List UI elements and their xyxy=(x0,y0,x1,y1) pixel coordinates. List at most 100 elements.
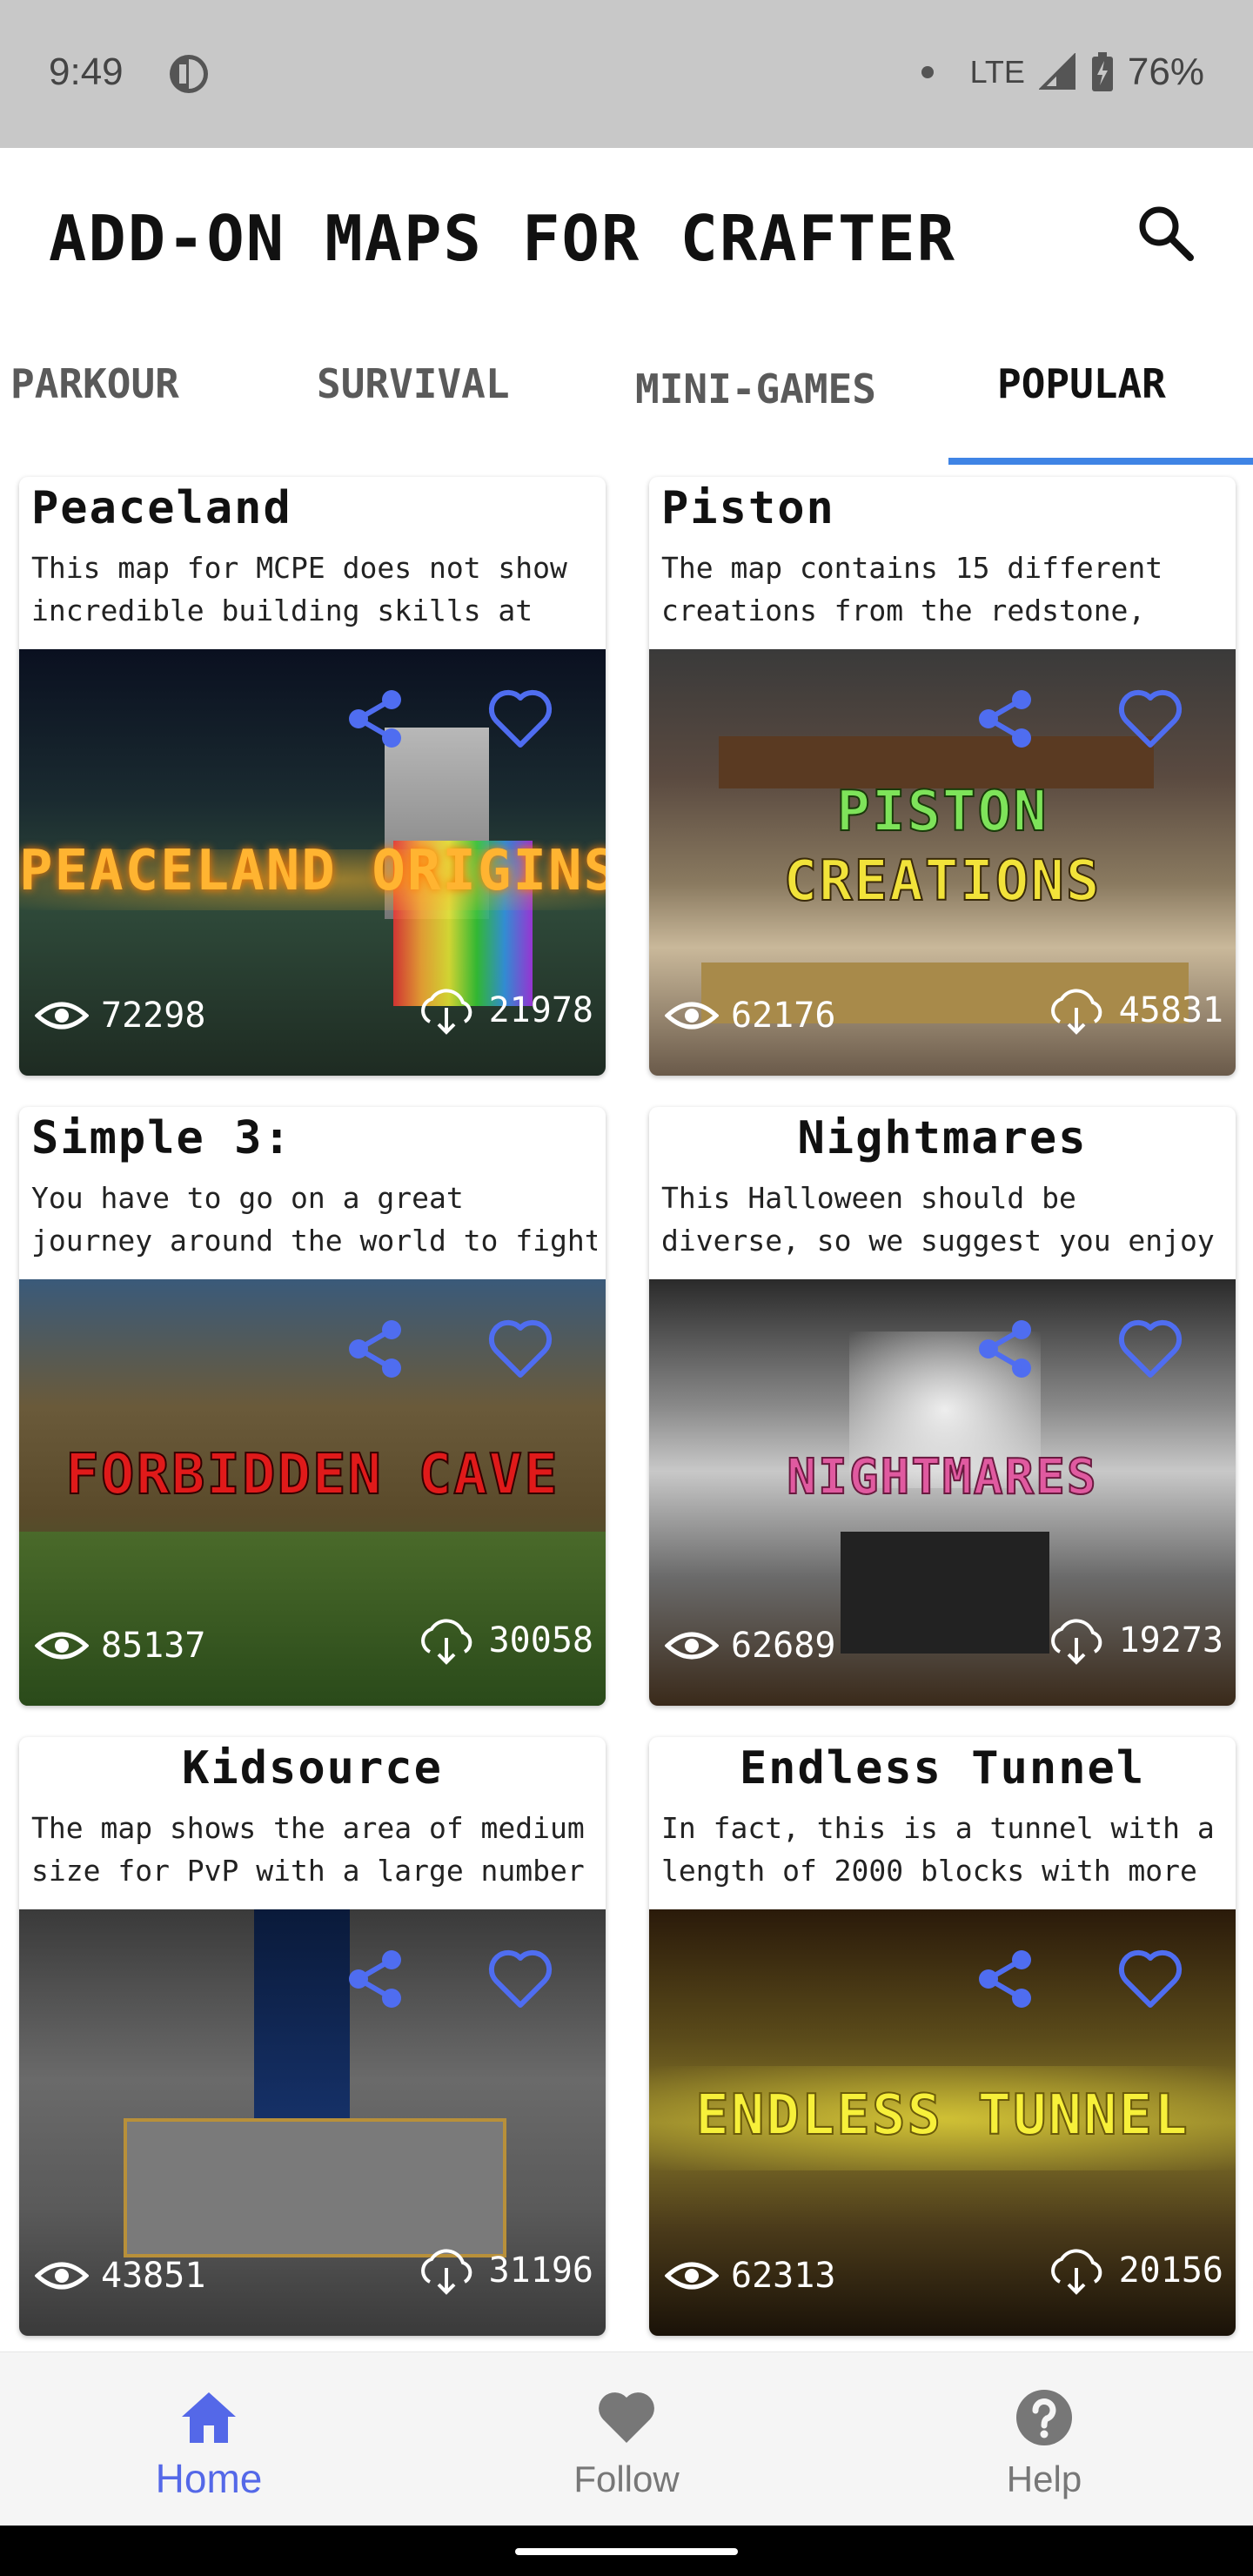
views-count: 62313 xyxy=(731,2256,836,2296)
description-line: length of 2000 blocks with more xyxy=(661,1854,1197,1888)
views-count: 62176 xyxy=(731,996,836,1036)
views-count: 85137 xyxy=(101,1626,206,1666)
favorite-heart-icon[interactable] xyxy=(1116,1944,1185,2014)
favorite-heart-icon[interactable] xyxy=(1116,684,1185,754)
nav-help[interactable]: Help xyxy=(835,2352,1253,2526)
description-line: size for PvP with a large number xyxy=(31,1854,585,1888)
map-preview-image[interactable]: PEACELAND ORIGINS 72298 21978 xyxy=(19,649,606,1076)
map-preview-image[interactable]: 43851 31196 xyxy=(19,1909,606,2336)
app-notification-icon xyxy=(170,55,208,93)
description-line: The map shows the area of medium xyxy=(31,1811,585,1845)
map-preview-image[interactable]: ENDLESS TUNNEL 62313 20156 xyxy=(649,1909,1236,2336)
favorite-heart-icon[interactable] xyxy=(486,1314,555,1384)
home-gesture-handle[interactable] xyxy=(515,2548,738,2555)
description-line: The map contains 15 different xyxy=(661,551,1163,585)
description-line: This map for MCPE does not show xyxy=(31,551,567,585)
views-stat: 72298 xyxy=(35,996,205,1036)
eye-icon xyxy=(665,1002,719,1030)
downloads-count: 31196 xyxy=(488,2251,593,2291)
views-stat: 85137 xyxy=(35,1626,205,1666)
image-caption: FORBIDDEN CAVE xyxy=(64,1442,559,1508)
share-icon[interactable] xyxy=(341,1944,411,2014)
downloads-stat: 30058 xyxy=(414,1615,593,1666)
description-line: In fact, this is a tunnel with a xyxy=(661,1811,1215,1845)
cloud-download-icon xyxy=(420,2249,472,2295)
bottom-navigation: Home Follow Help xyxy=(0,2351,1253,2526)
share-icon[interactable] xyxy=(341,1314,411,1384)
nav-home[interactable]: Home xyxy=(0,2352,418,2526)
status-time: 9:49 xyxy=(49,50,124,93)
cloud-download-icon xyxy=(420,989,472,1035)
eye-icon xyxy=(35,1632,89,1660)
description-line: You have to go on a great xyxy=(31,1181,464,1215)
views-count: 62689 xyxy=(731,1626,836,1666)
eye-icon xyxy=(35,1002,89,1030)
system-gesture-bar xyxy=(0,2526,1253,2576)
nav-follow[interactable]: Follow xyxy=(418,2352,835,2526)
map-title: Piston xyxy=(661,482,835,534)
signal-icon xyxy=(1038,53,1075,90)
description-line: creations from the redstone, xyxy=(661,594,1146,627)
nav-home-label: Home xyxy=(155,2456,263,2501)
map-title: Endless Tunnel xyxy=(739,1742,1146,1794)
nav-follow-label: Follow xyxy=(573,2459,680,2499)
map-card[interactable]: Simple 3: You have to go on a great jour… xyxy=(19,1107,606,1706)
search-icon[interactable] xyxy=(1135,202,1197,265)
map-description: You have to go on a great journey around… xyxy=(31,1177,597,1262)
map-title: Nightmares xyxy=(797,1112,1088,1164)
map-card[interactable]: Nightmares This Halloween should be dive… xyxy=(649,1107,1236,1706)
share-icon[interactable] xyxy=(971,684,1041,754)
share-icon[interactable] xyxy=(341,684,411,754)
eye-icon xyxy=(665,1632,719,1660)
map-title: Kidsource xyxy=(182,1742,443,1794)
category-tabs: PARKOUR SURVIVAL MINI-GAMES POPULAR xyxy=(0,339,1253,466)
map-preview-image[interactable]: FORBIDDEN CAVE 85137 30058 xyxy=(19,1279,606,1706)
app-title: ADD-ON MAPS FOR CRAFTER xyxy=(49,202,956,275)
description-line: diverse, so we suggest you enjoy xyxy=(661,1224,1215,1258)
views-stat: 43851 xyxy=(35,2256,205,2296)
map-card[interactable]: Peaceland This map for MCPE does not sho… xyxy=(19,477,606,1076)
favorite-heart-icon[interactable] xyxy=(486,1944,555,2014)
cloud-download-icon xyxy=(1050,2249,1102,2295)
map-card[interactable]: Piston The map contains 15 different cre… xyxy=(649,477,1236,1076)
home-icon xyxy=(182,2392,236,2443)
share-icon[interactable] xyxy=(971,1944,1041,2014)
downloads-stat: 19273 xyxy=(1044,1615,1223,1666)
downloads-count: 20156 xyxy=(1118,2251,1223,2291)
tab-mini-games[interactable]: MINI-GAMES xyxy=(635,366,876,413)
description-line: journey around the world to fight xyxy=(31,1224,597,1258)
share-icon[interactable] xyxy=(971,1314,1041,1384)
map-card[interactable]: Endless Tunnel In fact, this is a tunnel… xyxy=(649,1737,1236,2336)
downloads-stat: 20156 xyxy=(1044,2245,1223,2296)
downloads-count: 19273 xyxy=(1118,1620,1223,1660)
downloads-count: 30058 xyxy=(488,1620,593,1660)
map-title: Simple 3: xyxy=(31,1112,292,1164)
map-description: This Halloween should be diverse, so we … xyxy=(661,1177,1227,1262)
heart-icon xyxy=(599,2392,654,2443)
active-tab-indicator xyxy=(948,458,1253,465)
cloud-download-icon xyxy=(420,1619,472,1665)
map-preview-image[interactable]: PISTON CREATIONS 62176 45831 xyxy=(649,649,1236,1076)
map-preview-image[interactable]: NIGHTMARES 62689 19273 xyxy=(649,1279,1236,1706)
tab-parkour[interactable]: PARKOUR xyxy=(10,360,179,407)
favorite-heart-icon[interactable] xyxy=(1116,1314,1185,1384)
battery-icon xyxy=(1091,52,1113,91)
downloads-stat: 45831 xyxy=(1044,985,1223,1036)
map-description: The map shows the area of medium size fo… xyxy=(31,1807,597,1892)
downloads-stat: 21978 xyxy=(414,985,593,1036)
redstone-blocks xyxy=(841,1532,1049,1654)
downloads-count: 45831 xyxy=(1118,990,1223,1030)
favorite-heart-icon[interactable] xyxy=(486,684,555,754)
platform xyxy=(124,2118,506,2257)
downloads-count: 21978 xyxy=(488,990,593,1030)
eye-icon xyxy=(35,2262,89,2290)
tab-survival[interactable]: SURVIVAL xyxy=(317,360,510,407)
nav-help-label: Help xyxy=(1006,2459,1082,2499)
image-caption: NIGHTMARES xyxy=(786,1448,1098,1506)
map-card[interactable]: Kidsource The map shows the area of medi… xyxy=(19,1737,606,2336)
map-description: This map for MCPE does not show incredib… xyxy=(31,547,597,632)
map-description: In fact, this is a tunnel with a length … xyxy=(661,1807,1227,1892)
tab-popular[interactable]: POPULAR xyxy=(997,360,1166,407)
notification-dot-icon xyxy=(921,66,934,78)
views-stat: 62689 xyxy=(665,1626,835,1666)
